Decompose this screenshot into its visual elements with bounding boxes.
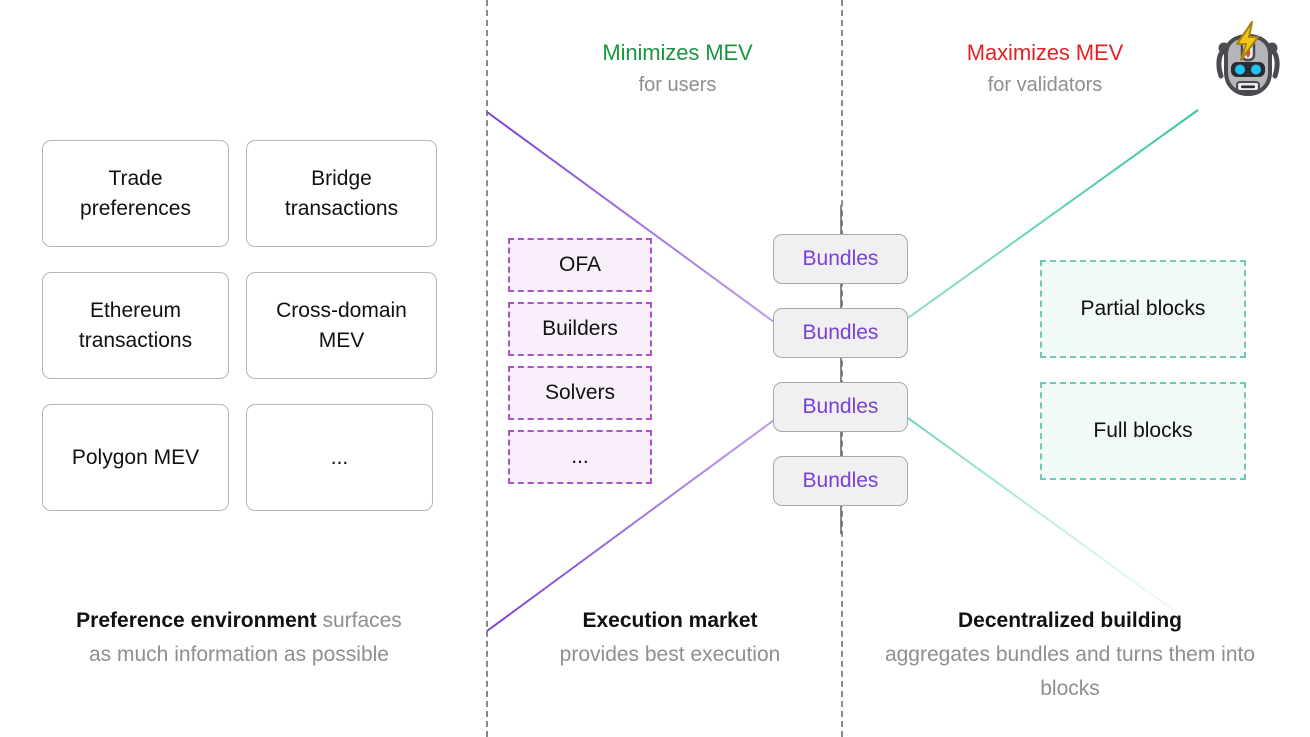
- bundle-label: Bundles: [802, 469, 879, 492]
- preference-card-more[interactable]: ...: [246, 404, 433, 511]
- caption-soft-line: aggregates bundles and turns them into b…: [884, 643, 1256, 700]
- caption-soft-line: as much information as possible: [89, 643, 389, 666]
- caption-soft-line: provides best execution: [559, 643, 781, 666]
- header-subtitle-for-validators: for validators: [987, 74, 1103, 96]
- header-title-maximizes: Maximizes MEV: [966, 40, 1124, 65]
- divider-preference-execution: [486, 0, 488, 737]
- bundle-box-3[interactable]: Bundles: [773, 382, 908, 432]
- caption-preference-environment: Preference environment surfaces as much …: [8, 604, 470, 672]
- bundle-box-1[interactable]: Bundles: [773, 234, 908, 284]
- bundle-label: Bundles: [802, 247, 879, 270]
- preference-card-label: ...: [330, 445, 349, 469]
- execution-card-more[interactable]: ...: [508, 430, 652, 484]
- preference-card-trade-preferences[interactable]: Trade preferences: [42, 140, 229, 247]
- preference-card-label: Bridge transactions: [284, 166, 399, 220]
- preference-card-label: Polygon MEV: [71, 445, 200, 469]
- block-card-label: Full blocks: [1093, 419, 1193, 442]
- preference-card-label: Cross-domain MEV: [276, 298, 407, 352]
- preference-card-cross-domain-mev[interactable]: Cross-domain MEV: [246, 272, 437, 379]
- diagram-canvas: Minimizes MEV for users Maximizes MEV fo…: [0, 0, 1310, 737]
- execution-card-ofa[interactable]: OFA: [508, 238, 652, 292]
- preference-card-ethereum-transactions[interactable]: Ethereum transactions: [42, 272, 229, 379]
- execution-card-label: OFA: [558, 253, 601, 276]
- divider-execution-building: [841, 0, 843, 737]
- bundle-box-2[interactable]: Bundles: [773, 308, 908, 358]
- block-card-label: Partial blocks: [1080, 297, 1206, 320]
- block-card-full-blocks[interactable]: Full blocks: [1040, 382, 1246, 480]
- caption-soft-inline: surfaces: [316, 609, 402, 632]
- robot-face-icon: [1216, 21, 1280, 97]
- bundle-box-4[interactable]: Bundles: [773, 456, 908, 506]
- caption-strong: Execution market: [582, 609, 758, 632]
- preference-card-bridge-transactions[interactable]: Bridge transactions: [246, 140, 437, 247]
- header-title-minimizes: Minimizes MEV: [602, 40, 753, 65]
- execution-card-solvers[interactable]: Solvers: [508, 366, 652, 420]
- execution-card-builders[interactable]: Builders: [508, 302, 652, 356]
- execution-card-label: Solvers: [544, 381, 616, 404]
- caption-decentralized-building: Decentralized building aggregates bundle…: [860, 604, 1280, 706]
- header-minimizes-mev: Minimizes MEV for users: [530, 38, 825, 99]
- execution-card-label: ...: [571, 445, 589, 468]
- caption-execution-market: Execution market provides best execution: [500, 604, 840, 672]
- preference-card-polygon-mev[interactable]: Polygon MEV: [42, 404, 229, 511]
- bundle-label: Bundles: [802, 321, 879, 344]
- execution-card-label: Builders: [542, 317, 618, 340]
- caption-strong: Decentralized building: [957, 609, 1183, 632]
- bundle-label: Bundles: [802, 395, 879, 418]
- block-card-partial-blocks[interactable]: Partial blocks: [1040, 260, 1246, 358]
- header-subtitle-for-users: for users: [638, 74, 717, 96]
- preference-card-label: Trade preferences: [80, 166, 191, 220]
- preference-card-label: Ethereum transactions: [78, 298, 193, 352]
- caption-strong: Preference environment: [76, 609, 317, 632]
- header-maximizes-mev: Maximizes MEV for validators: [900, 38, 1190, 99]
